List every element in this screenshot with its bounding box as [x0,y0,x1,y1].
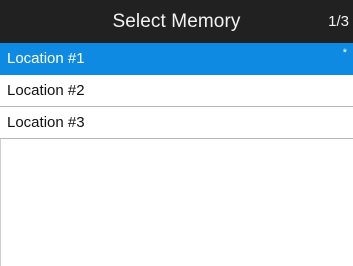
page-indicator: 1/3 [328,13,349,30]
title-bar: Select Memory 1/3 [0,0,353,43]
list-item-location-2[interactable]: Location #2 [0,75,353,107]
list-item-location-3[interactable]: Location #3 [0,107,353,139]
list-item-location-1[interactable]: Location #1 * [0,43,353,75]
memory-location-list: Location #1 * Location #2 Location #3 [0,43,353,139]
list-item-label: Location #3 [7,114,85,131]
list-item-label: Location #2 [7,82,85,99]
screen-title: Select Memory [112,11,241,32]
list-item-label: Location #1 [7,50,85,67]
device-screen: Select Memory 1/3 Location #1 * Location… [0,0,353,266]
saved-marker: * [342,47,347,59]
